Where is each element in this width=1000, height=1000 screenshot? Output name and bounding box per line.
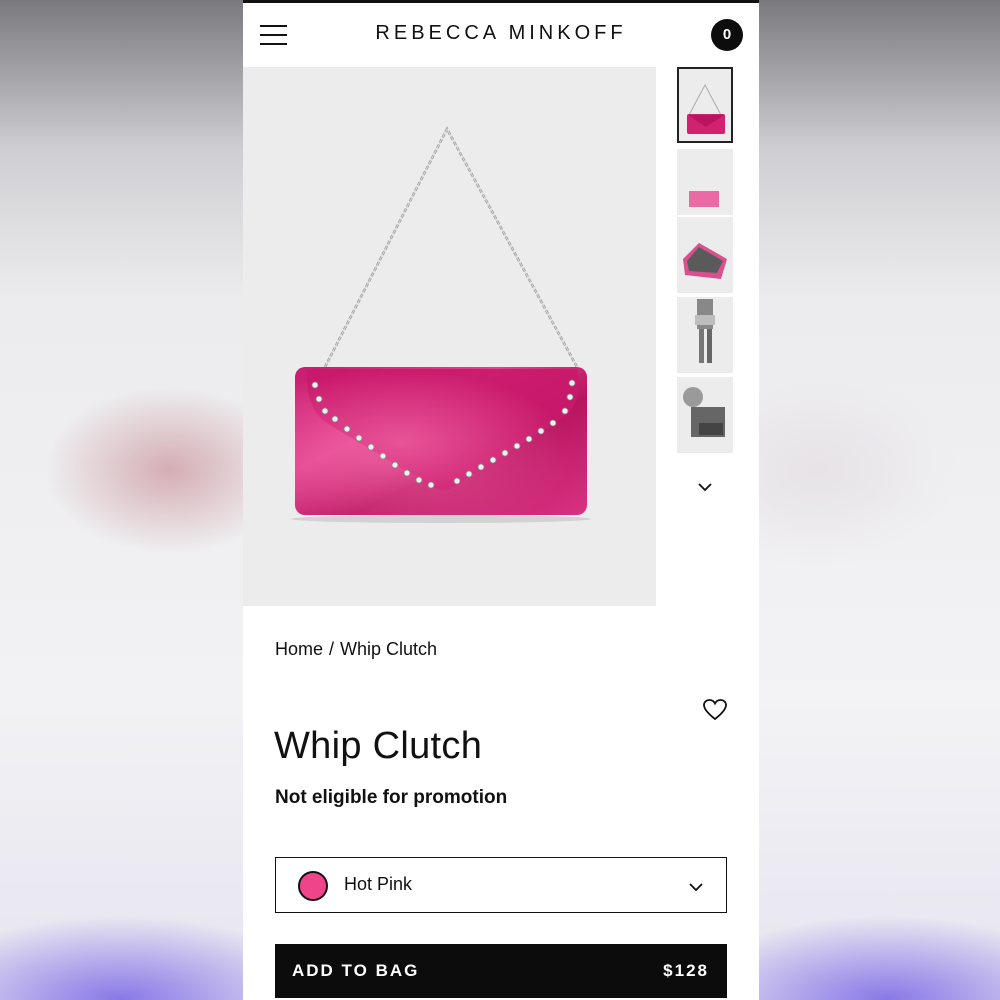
price: $128	[663, 961, 709, 980]
main-product-image[interactable]	[243, 67, 656, 606]
color-swatch	[298, 871, 328, 901]
brand-logo[interactable]: REBECCA MINKOFF	[243, 22, 759, 45]
site-header: REBECCA MINKOFF 0	[243, 3, 759, 67]
selected-color-label: Hot Pink	[344, 874, 413, 894]
thumbnail-clutch-open-interior[interactable]	[677, 217, 733, 293]
add-to-bag-label: ADD TO BAG	[292, 961, 420, 980]
chevron-down-icon	[688, 878, 704, 892]
heart-icon[interactable]	[702, 698, 728, 722]
breadcrumb-home-link[interactable]: Home	[275, 639, 323, 659]
promo-note: Not eligible for promotion	[275, 787, 508, 808]
bag-count-badge[interactable]: 0	[711, 19, 743, 51]
mobile-product-page: REBECCA MINKOFF 0 Home / Whip Clutch Whi…	[243, 0, 759, 1000]
thumbnail-model-wearing-clutch[interactable]	[677, 297, 733, 373]
thumbnail-model-holding-clutch[interactable]	[677, 377, 733, 453]
add-to-bag-button[interactable]: ADD TO BAG $128	[275, 944, 727, 998]
breadcrumb-separator: /	[329, 639, 335, 659]
thumbnail-clutch-front[interactable]	[677, 67, 733, 143]
chevron-down-icon[interactable]	[694, 477, 716, 497]
blurred-background-left	[0, 0, 243, 1000]
breadcrumb-current: Whip Clutch	[340, 639, 438, 659]
breadcrumb: Home / Whip Clutch	[275, 639, 437, 660]
thumbnail-clutch-small-flat[interactable]	[677, 149, 733, 215]
product-title: Whip Clutch	[274, 725, 483, 767]
blurred-background-right	[757, 0, 1000, 1000]
color-dropdown[interactable]: Hot Pink	[275, 857, 727, 913]
